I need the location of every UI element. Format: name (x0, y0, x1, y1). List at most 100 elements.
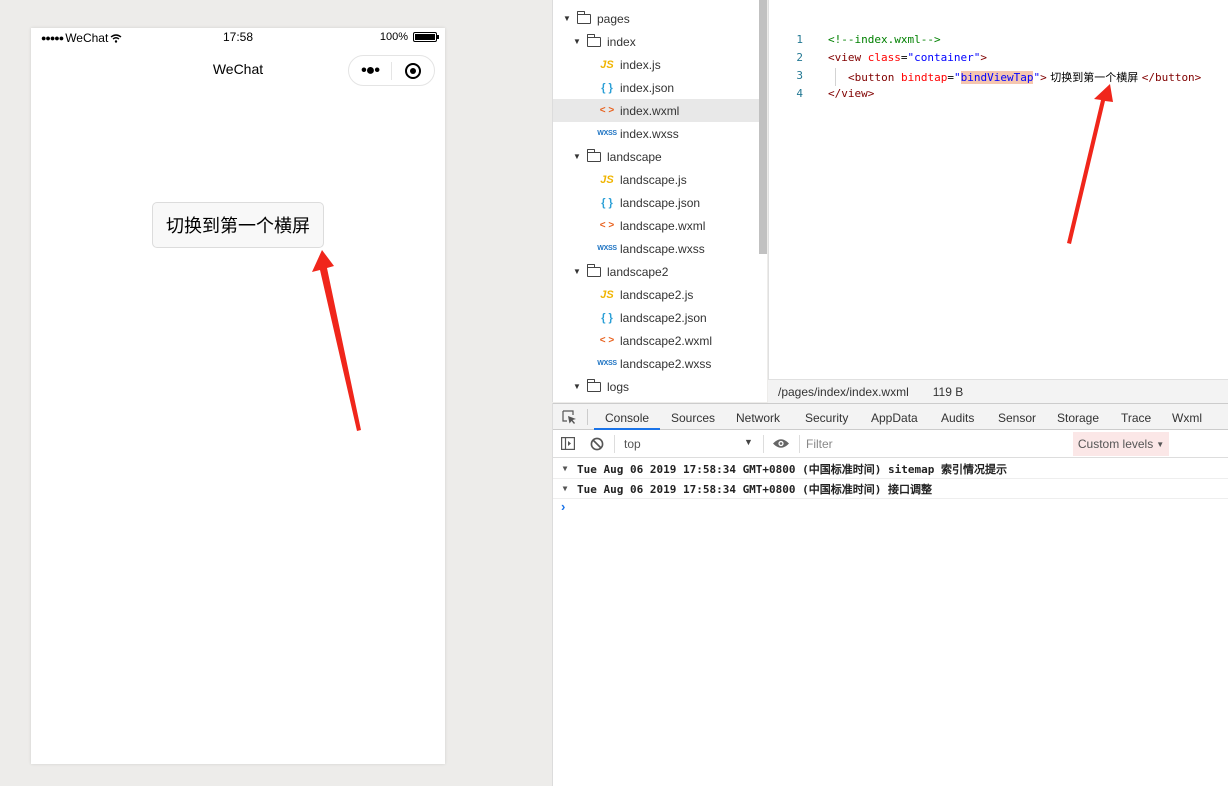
battery-label: 100% (379, 31, 408, 43)
filter-input[interactable] (806, 434, 1071, 454)
json-file-icon: { } (601, 196, 613, 209)
tree-item-label: landscape.json (620, 195, 701, 210)
tree-item-label: landscape (607, 149, 662, 164)
target-icon (405, 62, 421, 79)
tree-item-label: landscape.js (620, 172, 687, 187)
tab-network[interactable]: Network (736, 411, 780, 425)
status-bar: ●●●●● WeChat 17:58 100% (31, 28, 445, 48)
tree-file[interactable]: JS landscape2.js (553, 283, 760, 306)
tree-folder[interactable]: ▼ landscape2 (553, 260, 760, 283)
code-tag-close: > (980, 51, 987, 64)
eye-icon[interactable] (772, 438, 790, 449)
expand-caret-icon[interactable]: ▼ (553, 464, 577, 473)
tree-item-label: pages (597, 11, 630, 26)
folder-open-icon (587, 148, 601, 162)
code-line: 2 <view class="container"> (769, 51, 1228, 69)
chevron-down-icon[interactable]: ▼ (573, 37, 583, 46)
expand-caret-icon[interactable]: ▼ (553, 484, 577, 493)
chevron-down-icon[interactable]: ▼ (744, 437, 753, 447)
code-line: 1 <!--index.wxml--> (769, 33, 1228, 51)
chevron-down-icon[interactable]: ▼ (573, 382, 583, 391)
tree-folder[interactable]: ▼ landscape (553, 145, 760, 168)
more-icon[interactable]: •●• (349, 62, 391, 80)
console-toolbar: top ▼ Custom levels ▼ (553, 430, 1228, 458)
console-message[interactable]: ▼ Tue Aug 06 2019 17:58:34 GMT+0800 (中国标… (553, 459, 1228, 479)
wxml-file-icon: < > (599, 220, 615, 231)
code-value: "container" (907, 51, 981, 64)
code-attr: class (867, 51, 901, 64)
tab-storage[interactable]: Storage (1057, 411, 1099, 425)
context-select[interactable]: top (624, 437, 641, 451)
chevron-down-icon[interactable]: ▼ (573, 267, 583, 276)
wxss-file-icon: WXSS (597, 245, 617, 252)
tree-item-label: index.json (620, 80, 675, 95)
tab-trace[interactable]: Trace (1121, 411, 1151, 425)
tree-item-label: index.js (620, 57, 661, 72)
tree-folder[interactable]: ▼ index (553, 30, 760, 53)
file-tree-scrollbar[interactable] (759, 0, 767, 254)
tab-security[interactable]: Security (805, 411, 848, 425)
clear-console-icon[interactable] (590, 437, 604, 451)
folder-open-icon (587, 378, 601, 392)
indent-guide (835, 68, 836, 86)
tree-item-label: landscape2.wxml (620, 333, 713, 348)
tree-folder[interactable]: ▼ pages (553, 7, 760, 30)
status-battery: 100% (379, 31, 439, 43)
tree-file[interactable]: WXSS landscape2.wxss (553, 352, 760, 375)
tree-file[interactable]: < > landscape.wxml (553, 214, 760, 237)
console-message-text: Tue Aug 06 2019 17:58:34 GMT+0800 (中国标准时… (577, 462, 1008, 476)
json-file-icon: { } (601, 81, 613, 94)
wxss-file-icon: WXSS (597, 360, 617, 367)
phone-screen: ●●●●● WeChat 17:58 100% WeChat •●• 切换到第一… (31, 28, 445, 764)
toolbar-divider (614, 435, 615, 453)
simulator-panel: ●●●●● WeChat 17:58 100% WeChat •●• 切换到第一… (0, 0, 551, 786)
line-number: 4 (796, 87, 803, 100)
code-tag: <button (848, 71, 901, 84)
code-editor[interactable]: 1 <!--index.wxml--> 2 <view class="conta… (768, 0, 1228, 379)
toolbar-divider (799, 435, 800, 453)
tree-file[interactable]: JS index.js (553, 53, 760, 76)
tree-item-label: landscape2.json (620, 310, 707, 325)
tree-file[interactable]: JS landscape.js (553, 168, 760, 191)
folder-open-icon (587, 33, 601, 47)
tab-sources[interactable]: Sources (671, 411, 715, 425)
tab-divider (587, 409, 588, 425)
tree-file[interactable]: { } landscape2.json (553, 306, 760, 329)
switch-landscape-button[interactable]: 切换到第一个横屏 (152, 202, 324, 248)
tree-file[interactable]: < > landscape2.wxml (553, 329, 760, 352)
code-text: 切换到第一个横屏 (1046, 71, 1142, 84)
tree-file[interactable]: WXSS landscape.wxss (553, 237, 760, 260)
tab-appdata[interactable]: AppData (871, 411, 918, 425)
tree-file[interactable]: WXSS index.wxss (553, 122, 760, 145)
tree-file[interactable]: < > index.wxml (553, 99, 760, 122)
tree-item-label: landscape.wxss (620, 241, 705, 256)
tab-wxml[interactable]: Wxml (1172, 411, 1202, 425)
code-quote: " (953, 71, 961, 84)
devtools-panel: Console Sources Network Security AppData Audi… (552, 403, 1228, 786)
tree-file[interactable]: { } landscape.json (553, 191, 760, 214)
line-number: 1 (796, 33, 803, 46)
tree-item-label: landscape2 (607, 264, 669, 279)
chevron-down-icon[interactable]: ▼ (563, 14, 573, 23)
code-tag-end: </view> (828, 87, 875, 100)
js-file-icon: JS (600, 58, 614, 71)
console-prompt[interactable]: › (561, 499, 565, 514)
console-message[interactable]: ▼ Tue Aug 06 2019 17:58:34 GMT+0800 (中国标… (553, 479, 1228, 499)
code-comment: <!--index.wxml--> (828, 33, 941, 46)
file-tree: ▼ pages ▼ index JS index.js { } index.json < > in… (552, 0, 767, 402)
battery-icon (413, 32, 439, 42)
file-path: /pages/index/index.wxml (778, 384, 909, 399)
editor-status-bar: /pages/index/index.wxml 119 B (768, 379, 1228, 403)
file-size: 119 B (932, 384, 964, 399)
close-mini-program-button[interactable] (392, 62, 434, 79)
folder-open-icon (577, 10, 591, 24)
inspect-element-icon[interactable] (562, 410, 577, 424)
tab-audits[interactable]: Audits (941, 411, 974, 425)
tree-folder[interactable]: ▼ logs (553, 375, 760, 398)
tab-console[interactable]: Console (605, 411, 649, 425)
log-levels-select[interactable]: Custom levels ▼ (1073, 432, 1169, 456)
chevron-down-icon[interactable]: ▼ (573, 152, 583, 161)
tree-file[interactable]: { } index.json (553, 76, 760, 99)
tab-sensor[interactable]: Sensor (998, 411, 1036, 425)
sidebar-toggle-icon[interactable] (561, 437, 575, 450)
